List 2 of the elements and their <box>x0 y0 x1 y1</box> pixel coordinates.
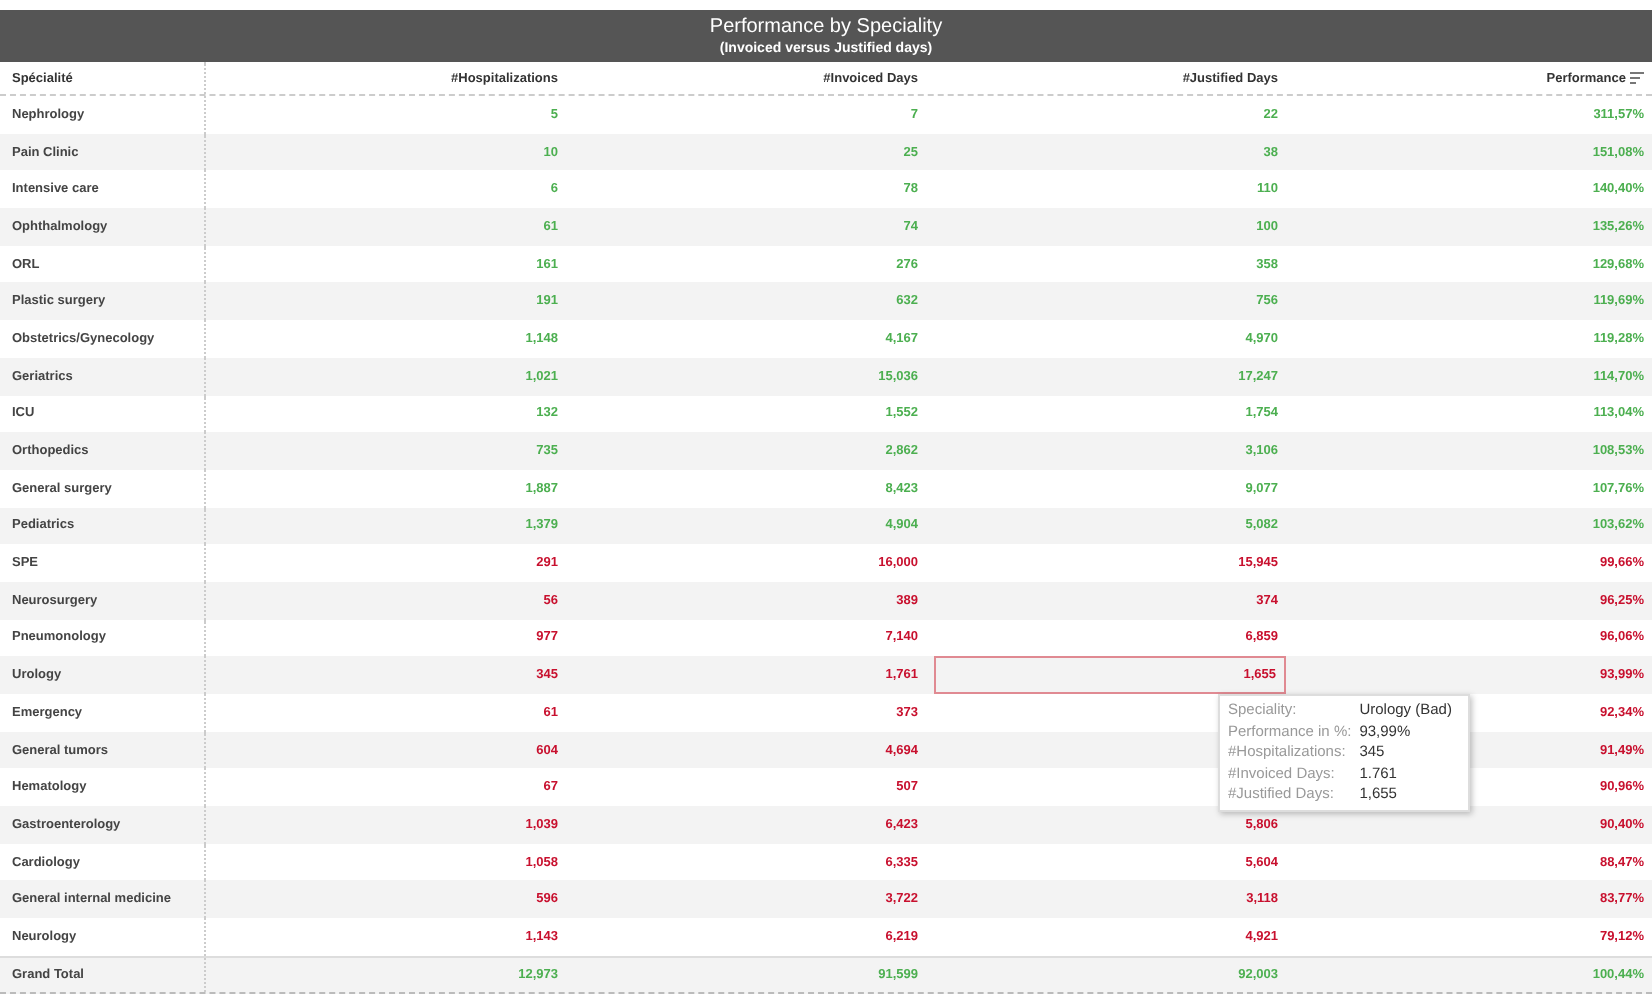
chart-title: Performance by Speciality <box>709 15 943 39</box>
sort-icon[interactable] <box>1630 72 1644 84</box>
